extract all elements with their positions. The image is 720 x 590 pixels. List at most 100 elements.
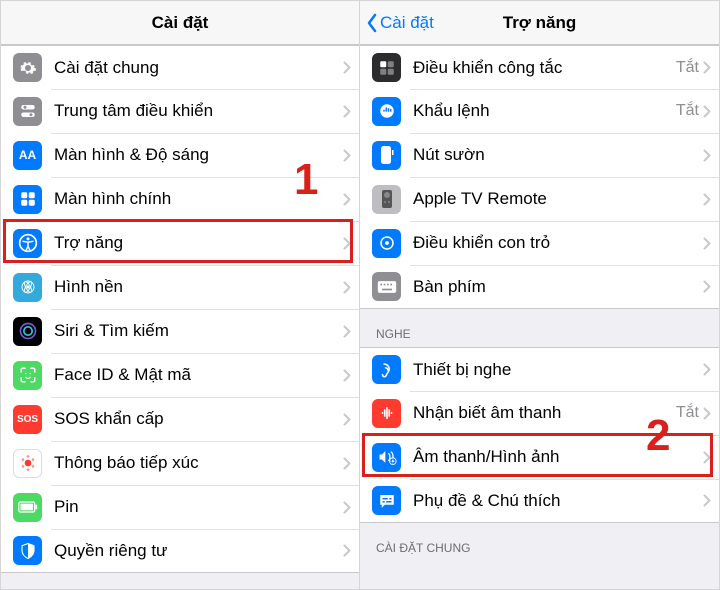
settings-row[interactable]: Quyền riêng tư: [1, 529, 359, 573]
chevron-right-icon: [343, 413, 351, 426]
settings-row[interactable]: Pin: [1, 485, 359, 529]
keyboard-icon: [372, 272, 401, 301]
section-header-general: CÀI ĐẶT CHUNG: [360, 523, 719, 561]
settings-row[interactable]: SOSSOS khẩn cấp: [1, 397, 359, 441]
row-label: Trợ năng: [54, 233, 343, 253]
subtitles-icon: [372, 486, 401, 515]
hearing-row[interactable]: Âm thanh/Hình ảnh: [360, 435, 719, 479]
back-label: Cài đặt: [380, 13, 434, 33]
accessibility-row[interactable]: Nút sườn: [360, 133, 719, 177]
accessibility-row[interactable]: Điều khiển con trỏ: [360, 221, 719, 265]
row-label: Điều khiển công tắc: [413, 58, 676, 78]
audio-visual-icon: [372, 443, 401, 472]
chevron-right-icon: [703, 193, 711, 206]
row-label: Màn hình chính: [54, 189, 343, 209]
row-label: SOS khẩn cấp: [54, 409, 343, 429]
row-label: Màn hình & Độ sáng: [54, 145, 343, 165]
accessibility-row[interactable]: Bàn phím: [360, 265, 719, 309]
back-button[interactable]: Cài đặt: [366, 13, 434, 33]
switch-control-icon: [372, 53, 401, 82]
row-value: Tắt: [676, 404, 699, 422]
gear-icon: [13, 53, 42, 82]
section-header-hearing: NGHE: [360, 309, 719, 347]
pointer-icon: [372, 229, 401, 258]
siri-icon: [13, 317, 42, 346]
accessibility-row[interactable]: Điều khiển công tắcTắt: [360, 45, 719, 89]
page-title: Trợ năng: [503, 13, 576, 33]
row-label: Quyền riêng tư: [54, 541, 343, 561]
settings-panel: Cài đặt Cài đặt chung Trung tâm điều khiể…: [1, 1, 360, 589]
chevron-right-icon: [703, 237, 711, 250]
appletv-remote-icon: [372, 185, 401, 214]
hearing-row[interactable]: Nhận biết âm thanhTắt: [360, 391, 719, 435]
row-label: Apple TV Remote: [413, 189, 703, 209]
settings-row[interactable]: Trợ năng: [1, 221, 359, 265]
chevron-right-icon: [343, 105, 351, 118]
chevron-right-icon: [343, 544, 351, 557]
row-label: Siri & Tìm kiếm: [54, 321, 343, 341]
accessibility-panel: Cài đặt Trợ năng Điều khiển công tắcTắtK…: [360, 1, 719, 589]
row-label: Phụ đề & Chú thích: [413, 491, 703, 511]
settings-row[interactable]: Màn hình chính: [1, 177, 359, 221]
accessibility-icon: [13, 229, 42, 258]
chevron-right-icon: [703, 407, 711, 420]
chevron-right-icon: [703, 451, 711, 464]
hearing-row[interactable]: Thiết bị nghe: [360, 347, 719, 391]
chevron-left-icon: [366, 13, 378, 33]
row-label: Bàn phím: [413, 277, 703, 297]
voice-control-icon: [372, 97, 401, 126]
settings-row[interactable]: Face ID & Mật mã: [1, 353, 359, 397]
row-label: Khẩu lệnh: [413, 101, 676, 121]
row-label: Âm thanh/Hình ảnh: [413, 447, 703, 467]
header: Cài đặt: [1, 1, 359, 45]
settings-row[interactable]: Trung tâm điều khiển: [1, 89, 359, 133]
chevron-right-icon: [343, 193, 351, 206]
home-screen-icon: [13, 185, 42, 214]
settings-row[interactable]: AA Màn hình & Độ sáng: [1, 133, 359, 177]
left-list: Cài đặt chung Trung tâm điều khiển AA Màn h…: [1, 45, 359, 573]
chevron-right-icon: [703, 363, 711, 376]
sound-recognition-icon: [372, 399, 401, 428]
chevron-right-icon: [343, 369, 351, 382]
row-label: Hình nền: [54, 277, 343, 297]
row-label: Pin: [54, 497, 343, 517]
row-value: Tắt: [676, 59, 699, 77]
right-list: Điều khiển công tắcTắtKhẩu lệnhTắtNút sư…: [360, 45, 719, 561]
hearing-icon: [372, 355, 401, 384]
side-button-icon: [372, 141, 401, 170]
settings-row[interactable]: Siri & Tìm kiếm: [1, 309, 359, 353]
wallpaper-icon: [13, 273, 42, 302]
chevron-right-icon: [703, 61, 711, 74]
row-label: Cài đặt chung: [54, 58, 343, 78]
faceid-icon: [13, 361, 42, 390]
chevron-right-icon: [343, 325, 351, 338]
privacy-icon: [13, 536, 42, 565]
display-icon: AA: [13, 141, 42, 170]
row-label: Nhận biết âm thanh: [413, 403, 676, 423]
settings-row[interactable]: Hình nền: [1, 265, 359, 309]
chevron-right-icon: [703, 494, 711, 507]
chevron-right-icon: [343, 149, 351, 162]
chevron-right-icon: [343, 457, 351, 470]
page-title: Cài đặt: [152, 13, 209, 33]
row-label: Nút sườn: [413, 145, 703, 165]
exposure-icon: [13, 449, 42, 478]
header: Cài đặt Trợ năng: [360, 1, 719, 45]
hearing-row[interactable]: Phụ đề & Chú thích: [360, 479, 719, 523]
chevron-right-icon: [343, 237, 351, 250]
chevron-right-icon: [343, 281, 351, 294]
control-center-icon: [13, 97, 42, 126]
accessibility-row[interactable]: Khẩu lệnhTắt: [360, 89, 719, 133]
chevron-right-icon: [343, 61, 351, 74]
row-label: Trung tâm điều khiển: [54, 101, 343, 121]
battery-icon: [13, 493, 42, 522]
settings-row[interactable]: Thông báo tiếp xúc: [1, 441, 359, 485]
row-label: Thông báo tiếp xúc: [54, 453, 343, 473]
chevron-right-icon: [343, 501, 351, 514]
chevron-right-icon: [703, 105, 711, 118]
row-value: Tắt: [676, 102, 699, 120]
chevron-right-icon: [703, 280, 711, 293]
chevron-right-icon: [703, 149, 711, 162]
accessibility-row[interactable]: Apple TV Remote: [360, 177, 719, 221]
settings-row[interactable]: Cài đặt chung: [1, 45, 359, 89]
